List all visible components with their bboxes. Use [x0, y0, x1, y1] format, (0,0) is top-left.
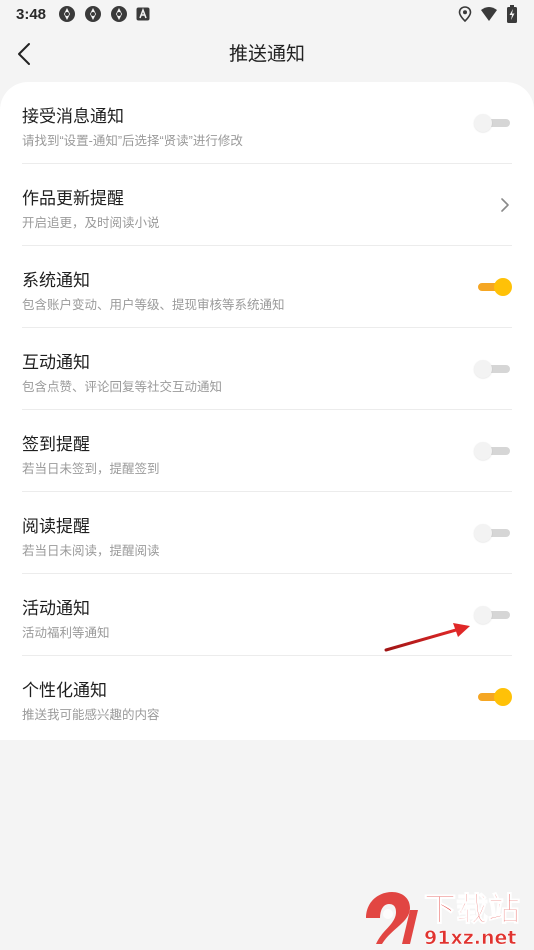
- toggle-knob: [474, 360, 492, 378]
- setting-system-notification: 系统通知 包含账户变动、用户等级、提现审核等系统通知: [0, 246, 534, 328]
- page-title: 推送通知: [228, 44, 305, 65]
- setting-title: 个性化通知: [22, 681, 107, 700]
- setting-checkin-reminder: 签到提醒 若当日未签到，提醒签到: [0, 410, 534, 492]
- setting-work-update-reminder[interactable]: 作品更新提醒 开启追更，及时阅读小说: [0, 164, 534, 246]
- toggle-knob: [474, 114, 492, 132]
- top-app-bar: 推送通知: [0, 28, 534, 82]
- setting-subtitle: 推送我可能感兴趣的内容: [22, 708, 160, 722]
- chevron-right-icon[interactable]: [500, 197, 510, 213]
- watermark-logo: 下载站 91xz.net: [366, 890, 521, 949]
- chevron-left-icon: [18, 43, 30, 65]
- receive-message-toggle[interactable]: [474, 113, 512, 133]
- activity-notification-toggle[interactable]: [474, 605, 512, 625]
- app-notification-icon: [59, 6, 76, 22]
- setting-title: 作品更新提醒: [22, 189, 124, 208]
- toggle-knob: [474, 524, 492, 542]
- status-time: 3:48: [16, 5, 47, 23]
- font-a-icon: [136, 7, 150, 21]
- setting-subtitle: 开启追更，及时阅读小说: [22, 216, 160, 230]
- setting-interaction-notification: 互动通知 包含点赞、评论回复等社交互动通知: [0, 328, 534, 410]
- setting-title: 接受消息通知: [22, 107, 124, 126]
- status-bar: 3:48: [0, 0, 534, 28]
- toggle-knob: [494, 278, 512, 296]
- toggle-knob: [474, 606, 492, 624]
- status-notification-icons: [58, 5, 150, 23]
- setting-title: 系统通知: [22, 271, 90, 290]
- setting-subtitle: 包含点赞、评论回复等社交互动通知: [22, 380, 223, 394]
- setting-receive-message-notification: 接受消息通知 请找到“设置-通知”后选择“贤读”进行修改: [0, 82, 534, 164]
- watermark-title: 下载站: [424, 890, 520, 928]
- setting-personalized-notification: 个性化通知 推送我可能感兴趣的内容: [0, 656, 534, 738]
- setting-title: 阅读提醒: [22, 517, 90, 536]
- reading-reminder-toggle[interactable]: [474, 523, 512, 543]
- app-notification-icon: [111, 6, 128, 22]
- setting-subtitle: 包含账户变动、用户等级、提现审核等系统通知: [22, 298, 285, 312]
- setting-subtitle: 请找到“设置-通知”后选择“贤读”进行修改: [22, 134, 243, 148]
- setting-subtitle: 若当日未阅读，提醒阅读: [22, 544, 160, 558]
- toggle-knob: [474, 442, 492, 460]
- setting-subtitle: 若当日未签到，提醒签到: [22, 462, 160, 476]
- watermark-domain: 91xz.net: [424, 927, 516, 949]
- battery-charging-icon: [507, 5, 517, 23]
- setting-title: 互动通知: [22, 353, 90, 372]
- setting-reading-reminder: 阅读提醒 若当日未阅读，提醒阅读: [0, 492, 534, 574]
- checkin-reminder-toggle[interactable]: [474, 441, 512, 461]
- setting-title: 签到提醒: [22, 435, 90, 454]
- back-button[interactable]: [8, 38, 40, 70]
- setting-title: 活动通知: [22, 599, 90, 618]
- setting-subtitle: 活动福利等通知: [22, 626, 110, 640]
- interaction-notification-toggle[interactable]: [474, 359, 512, 379]
- settings-list: 接受消息通知 请找到“设置-通知”后选择“贤读”进行修改 作品更新提醒 开启追更…: [0, 82, 534, 740]
- app-notification-icon: [85, 6, 102, 22]
- setting-activity-notification: 活动通知 活动福利等通知: [0, 574, 534, 656]
- wifi-icon: [481, 7, 497, 21]
- system-notification-toggle[interactable]: [474, 277, 512, 297]
- location-icon: [458, 6, 472, 22]
- status-system-icons: [458, 5, 518, 23]
- personalized-notification-toggle[interactable]: [474, 687, 512, 707]
- toggle-knob: [494, 688, 512, 706]
